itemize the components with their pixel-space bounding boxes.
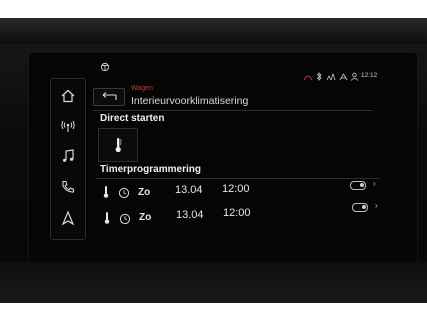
section-direct-start: Direct starten xyxy=(100,113,165,124)
sidebar-item-navigation[interactable] xyxy=(51,203,85,233)
header-divider xyxy=(93,110,373,111)
thermometer-icon xyxy=(104,212,110,224)
car-settings-icon[interactable] xyxy=(99,62,111,72)
timer-day: Zo xyxy=(138,187,151,198)
music-icon xyxy=(63,149,74,162)
signal-icon xyxy=(326,72,336,81)
clock-icon xyxy=(118,187,130,199)
timer-date: 13.04 xyxy=(175,184,203,196)
user-icon xyxy=(350,72,359,81)
sidebar-item-phone[interactable] xyxy=(51,172,85,202)
timer-date: 13.04 xyxy=(176,209,204,221)
dashboard-bezel xyxy=(0,18,427,44)
sidebar-item-radio[interactable] xyxy=(51,111,85,141)
back-arrow-icon xyxy=(102,92,117,100)
sidebar-item-home[interactable] xyxy=(51,81,85,111)
phone-icon xyxy=(62,180,75,193)
thermometer-icon xyxy=(103,186,109,198)
radio-icon xyxy=(61,120,75,132)
clock-icon xyxy=(119,213,131,225)
back-button[interactable] xyxy=(93,88,125,106)
timer-divider xyxy=(96,178,380,179)
infotainment-screen xyxy=(28,52,418,284)
lower-console xyxy=(0,262,427,303)
navigation-icon xyxy=(61,210,75,226)
direct-start-button[interactable] xyxy=(98,128,138,162)
chevron-right-icon[interactable]: › xyxy=(373,179,376,188)
connectivity-icon xyxy=(303,75,313,81)
breadcrumb[interactable]: Wagen xyxy=(131,85,153,92)
thermometer-icon xyxy=(115,138,122,153)
section-timer-programming: Timerprogrammering xyxy=(100,164,201,175)
sidebar-item-music[interactable] xyxy=(51,141,85,171)
timer-time: 12:00 xyxy=(222,183,250,195)
timer-toggle[interactable] xyxy=(352,203,368,212)
timer-time: 12:00 xyxy=(223,207,251,219)
status-time: 12:12 xyxy=(361,72,378,79)
network-icon xyxy=(339,73,348,81)
page-title: Interieurvoorklimatisering xyxy=(131,95,249,107)
timer-day: Zo xyxy=(139,212,152,223)
sidebar xyxy=(50,78,86,240)
bluetooth-icon xyxy=(316,72,322,81)
timer-toggle[interactable] xyxy=(350,181,366,190)
chevron-right-icon[interactable]: › xyxy=(375,201,378,210)
home-icon xyxy=(61,89,75,103)
